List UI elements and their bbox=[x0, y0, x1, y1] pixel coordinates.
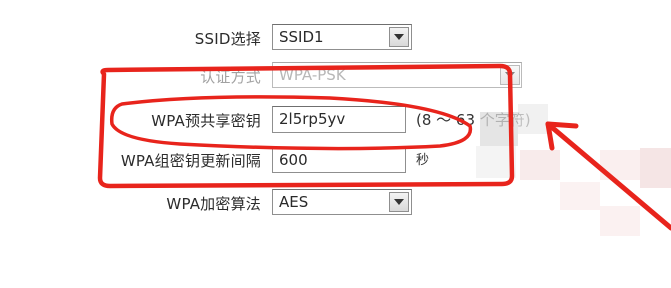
red-annotation-overlay bbox=[97, 63, 671, 231]
highlight-ellipse bbox=[109, 95, 473, 151]
router-wireless-security-panel: SSID选择 SSID1 认证方式 WPA-PSK WPA预共享密钥 2l5rp… bbox=[0, 0, 671, 288]
pointer-arrow bbox=[545, 121, 671, 231]
highlight-rectangle bbox=[97, 63, 515, 189]
